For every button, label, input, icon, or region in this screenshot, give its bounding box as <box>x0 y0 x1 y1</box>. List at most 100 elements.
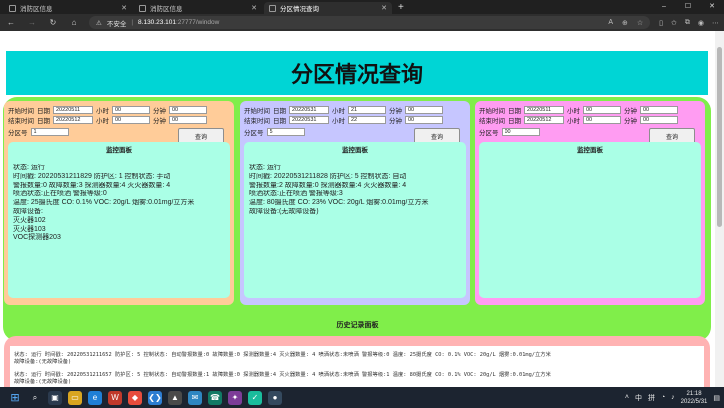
browser-tab-1[interactable]: 消防区信息 ✕ <box>4 2 132 14</box>
end-hour-input[interactable] <box>583 116 621 124</box>
tab-title: 分区情况查询 <box>280 6 319 13</box>
end-hour-input[interactable] <box>348 116 386 124</box>
back-icon[interactable]: ← <box>5 18 17 27</box>
page-scrollbar[interactable] <box>715 31 724 387</box>
url-separator: | <box>131 19 134 26</box>
reload-icon[interactable]: ↻ <box>47 18 59 27</box>
start-time-row: 开始时间 日期 小时 分钟 <box>8 105 207 115</box>
end-minute-input[interactable] <box>640 116 678 124</box>
close-icon[interactable]: ✕ <box>121 4 127 12</box>
new-tab-icon[interactable]: + <box>398 2 404 13</box>
zone-label: 分区号 <box>8 130 28 137</box>
monitor-spray-line: 喷洒状态:正在喷洒 警报等级:3 <box>249 190 343 198</box>
edge-icon[interactable]: e <box>88 390 102 405</box>
input-method-indicator[interactable]: 拼 <box>648 393 655 403</box>
browser-tab-3[interactable]: 分区情况查询 ✕ <box>264 2 392 14</box>
minute-label: 分钟 <box>389 108 402 115</box>
window-controls: – ☐ ✕ <box>652 0 724 14</box>
read-aloud-icon[interactable]: A <box>608 19 613 27</box>
monitor-panel: 监控面板 状态: 运行 时间戳: 20220531211829 防护区: 1 控… <box>8 142 230 298</box>
start-hour-input[interactable] <box>348 106 386 114</box>
start-minute-input[interactable] <box>640 106 678 114</box>
date-label: 日期 <box>508 118 521 125</box>
end-time-label: 结束时间 <box>479 118 505 125</box>
end-date-input[interactable] <box>289 116 329 124</box>
zone-input[interactable] <box>501 128 540 136</box>
app-icon[interactable]: ✦ <box>228 390 242 405</box>
app-icon[interactable]: ● <box>268 390 282 405</box>
maximize-icon[interactable]: ☐ <box>676 0 700 14</box>
zone-input[interactable] <box>266 128 305 136</box>
url-host: 8.130.23.101 <box>138 19 176 26</box>
minute-label: 分钟 <box>153 108 166 115</box>
start-time-label: 开始时间 <box>479 108 505 115</box>
browser-tab-2[interactable]: 消防区信息 ✕ <box>134 2 262 14</box>
chevron-up-icon[interactable]: ˄ <box>625 394 629 401</box>
more-icon[interactable]: ⋯ <box>712 19 719 27</box>
monitor-fault-title: 故障设备: <box>13 207 43 215</box>
app-icon[interactable]: ✉ <box>188 390 202 405</box>
app-icon[interactable]: ◆ <box>128 390 142 405</box>
monitor-status: 状态: 运行 <box>13 164 45 171</box>
start-date-input[interactable] <box>53 106 93 114</box>
start-time-label: 开始时间 <box>8 108 34 115</box>
wps-icon[interactable]: W <box>108 390 122 405</box>
monitor-count-line: 警报数量:0 故障数量:3 探测器数量:4 灭火器数量: 4 <box>13 181 171 189</box>
close-window-icon[interactable]: ✕ <box>700 0 724 14</box>
clock-date: 2022/5/31 <box>680 398 708 405</box>
volume-icon[interactable]: ♪ <box>671 394 675 401</box>
start-date-input[interactable] <box>524 106 564 114</box>
history-record: 状态: 运行 时间戳: 20220531211657 防护区: 5 控制状态: … <box>14 372 700 385</box>
taskbar-apps: ⊞ ⌕ ▣ ▭ e W ◆ ❮❯ ▲ ✉ ☎ ✦ ✓ ● <box>8 390 282 405</box>
date-label: 日期 <box>37 118 50 125</box>
search-icon[interactable]: ⌕ <box>28 391 42 405</box>
date-label: 日期 <box>273 108 286 115</box>
windows-start-icon[interactable]: ⊞ <box>8 391 22 405</box>
end-minute-input[interactable] <box>169 116 207 124</box>
start-minute-input[interactable] <box>169 106 207 114</box>
monitor-timestamp-line: 时间戳: 20220531211829 防护区: 1 控制状态: 手动 <box>13 172 171 180</box>
insecure-label: 不安全 <box>106 20 127 28</box>
split-screen-icon[interactable]: ▯ <box>659 19 663 27</box>
zone-panel-3: 开始时间 日期 小时 分钟 结束时间 日期 小时 分钟 分区号 <box>475 101 705 305</box>
app-icon[interactable]: ▲ <box>168 390 182 405</box>
app-icon[interactable]: ✓ <box>248 390 262 405</box>
end-date-input[interactable] <box>53 116 93 124</box>
start-minute-input[interactable] <box>405 106 443 114</box>
history-list[interactable]: 状态: 运行 时间戳: 20220531211652 防护区: 5 控制状态: … <box>10 346 704 387</box>
address-bar[interactable]: ⚠ 不安全 | 8.130.23.101 :27777/window A ⊕ ☆ <box>89 16 651 29</box>
favorites-icon[interactable]: ✩ <box>671 19 677 27</box>
system-tray: ˄ 中 拼 ◔ ♪ 21:18 2022/5/31 ▤ <box>625 390 720 406</box>
close-icon[interactable]: ✕ <box>381 4 387 12</box>
clock[interactable]: 21:18 2022/5/31 <box>681 390 708 406</box>
clock-time: 21:18 <box>686 390 702 397</box>
minimize-icon[interactable]: – <box>652 0 676 14</box>
vscode-icon[interactable]: ❮❯ <box>148 390 162 405</box>
address-toolbar: ← → ↻ ⌂ ⚠ 不安全 | 8.130.23.101 :27777/wind… <box>0 14 724 31</box>
home-icon[interactable]: ⌂ <box>68 18 80 27</box>
start-hour-input[interactable] <box>112 106 150 114</box>
forward-icon[interactable]: → <box>26 18 38 27</box>
tab-title: 消防区信息 <box>20 6 53 13</box>
scrollbar-thumb[interactable] <box>717 47 722 227</box>
collections-icon[interactable]: ⧉ <box>685 19 690 27</box>
close-icon[interactable]: ✕ <box>251 4 257 12</box>
ime-indicator[interactable]: 中 <box>635 393 642 403</box>
file-explorer-icon[interactable]: ▭ <box>68 390 82 405</box>
end-minute-input[interactable] <box>405 116 443 124</box>
end-date-input[interactable] <box>524 116 564 124</box>
zoom-icon[interactable]: ⊕ <box>622 19 628 27</box>
notification-icon[interactable]: ▤ <box>713 394 720 402</box>
zone-input[interactable] <box>30 128 69 136</box>
favorite-icon[interactable]: ☆ <box>637 19 643 27</box>
monitor-spray-line: 喷洒状态:正在喷洒 警报等级:0 <box>13 190 107 198</box>
network-icon[interactable]: ◔ <box>661 394 665 401</box>
hour-label: 小时 <box>332 118 345 125</box>
start-date-input[interactable] <box>289 106 329 114</box>
start-hour-input[interactable] <box>583 106 621 114</box>
date-label: 日期 <box>508 108 521 115</box>
app-icon[interactable]: ☎ <box>208 390 222 405</box>
task-view-icon[interactable]: ▣ <box>48 390 62 405</box>
end-hour-input[interactable] <box>112 116 150 124</box>
profile-icon[interactable]: ◉ <box>698 19 704 27</box>
